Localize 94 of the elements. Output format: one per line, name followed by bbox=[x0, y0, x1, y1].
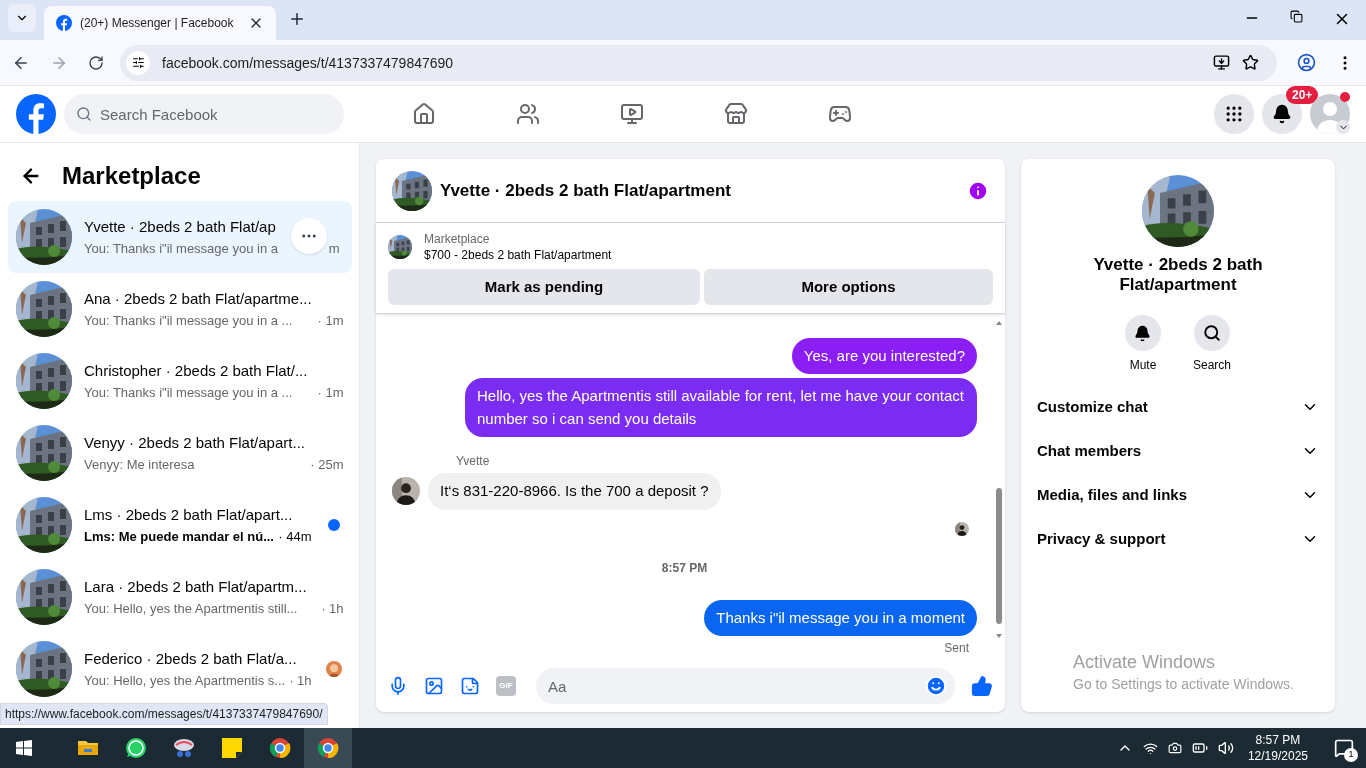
facebook-logo-icon bbox=[56, 15, 72, 31]
friends-icon[interactable] bbox=[516, 102, 540, 126]
listing-action-button[interactable]: More options bbox=[704, 269, 993, 305]
windows-start-icon[interactable] bbox=[16, 740, 32, 756]
action-label: Mute bbox=[1129, 357, 1157, 373]
message-preview: You: Thanks i"il message you in a bbox=[84, 239, 278, 258]
section-header[interactable]: Customize chat bbox=[1029, 385, 1327, 429]
section-header[interactable]: Media, files and links bbox=[1029, 473, 1327, 517]
message-preview: You: Hello, yes the Apartmentis still... bbox=[84, 599, 298, 618]
message-preview: Venyy: Me interesa bbox=[84, 455, 195, 474]
facebook-logo-icon[interactable] bbox=[16, 94, 56, 134]
new-tab-icon[interactable] bbox=[288, 10, 306, 28]
search-field[interactable]: Search Facebook bbox=[64, 94, 344, 134]
profile-icon[interactable] bbox=[1297, 53, 1316, 72]
info-icon[interactable] bbox=[967, 179, 989, 202]
site-settings-icon[interactable] bbox=[131, 56, 145, 69]
sender-name: Yvette bbox=[456, 453, 491, 469]
conversation-item[interactable]: Federico · 2beds 2 bath Flat/a... You: Hello, yes the Apartmentis s... · 1h bbox=[8, 633, 352, 705]
search-icon bbox=[76, 106, 92, 122]
search-icon[interactable] bbox=[1203, 324, 1221, 342]
browser-icon[interactable] bbox=[304, 728, 352, 768]
photo-icon[interactable] bbox=[424, 676, 444, 696]
message-time: · 44m bbox=[278, 527, 312, 546]
conversation-title: Lara · 2beds 2 bath Flat/apartm... bbox=[84, 577, 307, 597]
sidebar-title: Marketplace bbox=[62, 161, 201, 191]
sticker-icon[interactable] bbox=[460, 676, 480, 696]
sent-status: Sent bbox=[944, 640, 969, 656]
received-message: It‘s 831-220-8966. Is the 700 a deposit ? bbox=[428, 473, 721, 510]
activation-title: Activate Windows bbox=[1073, 651, 1217, 674]
video-icon[interactable] bbox=[620, 102, 644, 126]
notification-count: 1 bbox=[1344, 748, 1358, 762]
browser-tab[interactable]: (20+) Messenger | Facebook bbox=[44, 6, 276, 40]
bell-icon[interactable] bbox=[1272, 104, 1292, 124]
conversation-item[interactable]: Christopher · 2beds 2 bath Flat/... You: Thanks i"il message you in a ... · 1m bbox=[8, 345, 352, 417]
conversation-title: Christopher · 2beds 2 bath Flat/... bbox=[84, 361, 308, 381]
message-time: · 1m bbox=[317, 383, 344, 402]
message-time: · 25m bbox=[310, 455, 344, 474]
message-input[interactable]: Aa bbox=[536, 668, 955, 704]
listing-label: Marketplace bbox=[424, 231, 491, 247]
message-time: · 1h bbox=[321, 599, 344, 618]
conversation-item[interactable]: Lms · 2beds 2 bath Flat/apart... Lms: Me puede mandar el nú... · 44m bbox=[8, 489, 352, 561]
section-header[interactable]: Chat members bbox=[1029, 429, 1327, 473]
message-time: · 1m bbox=[317, 311, 344, 330]
address-bar[interactable]: facebook.com/messages/t/4137337479847690 bbox=[120, 44, 1277, 81]
notification-badge: 20+ bbox=[1286, 86, 1319, 104]
battery-icon[interactable] bbox=[1191, 740, 1208, 756]
chat-title[interactable]: Yvette · 2beds 2 bath Flat/apartment bbox=[440, 177, 731, 204]
conversation-title: Yvette · 2beds 2 bath Flat/ap bbox=[84, 217, 276, 237]
conversation-title: Ana · 2beds 2 bath Flat/apartme... bbox=[84, 289, 312, 309]
menu-grid-icon[interactable] bbox=[1224, 104, 1244, 124]
status-url: https://www.facebook.com/messages/t/4137337479847690/ bbox=[0, 703, 328, 725]
listing-action-button[interactable]: Mark as pending bbox=[388, 269, 700, 305]
conversation-item[interactable]: Ana · 2beds 2 bath Flat/apartme... You: Thanks i"il message you in a ... · 1m bbox=[8, 273, 352, 345]
message-preview: You: Thanks i"il message you in a ... bbox=[84, 311, 293, 330]
profile-title: Yvette · 2beds 2 bath Flat/apartment bbox=[1092, 255, 1264, 295]
action-label: Search bbox=[1193, 357, 1231, 373]
timestamp: 8:57 PM bbox=[661, 559, 708, 576]
tab-title: (20+) Messenger | Facebook bbox=[80, 15, 235, 31]
conversation-item[interactable]: Venyy · 2beds 2 bath Flat/apart... Venyy: Me interesa · 25m bbox=[8, 417, 352, 489]
sent-message: Yes, are you interested? bbox=[791, 337, 977, 374]
message-time: · 1h bbox=[289, 671, 312, 690]
install-icon[interactable] bbox=[1213, 54, 1230, 71]
message-time: m bbox=[328, 239, 341, 258]
message-preview: You: Hello, yes the Apartmentis s... bbox=[84, 671, 286, 690]
emoji-icon[interactable] bbox=[925, 675, 947, 697]
wifi-icon[interactable] bbox=[1142, 740, 1158, 756]
mute-button[interactable] bbox=[1125, 315, 1161, 351]
clock[interactable]: 8:57 PM 12/19/2025 bbox=[1243, 732, 1312, 764]
sent-message: Hello, yes the Apartmentis still available for rent, let me have your contact number so i can send you details bbox=[465, 378, 977, 437]
menu-button[interactable] bbox=[1214, 94, 1254, 134]
bookmark-icon[interactable] bbox=[1242, 54, 1259, 71]
notifications-icon[interactable] bbox=[1334, 738, 1354, 758]
reload-icon[interactable] bbox=[88, 54, 104, 71]
message-preview: You: Thanks i"il message you in a ... bbox=[84, 383, 293, 402]
home-icon[interactable] bbox=[412, 102, 436, 126]
url-text: facebook.com/messages/t/4137337479847690 bbox=[162, 53, 454, 73]
conversation-item[interactable]: Lara · 2beds 2 bath Flat/apartm... You: Hello, yes the Apartmentis still... · 1h bbox=[8, 561, 352, 633]
search-button[interactable] bbox=[1194, 315, 1230, 351]
microphone-icon[interactable] bbox=[388, 676, 408, 696]
conversation-title: Lms · 2beds 2 bath Flat/apart... bbox=[84, 505, 293, 525]
camera-icon[interactable] bbox=[1167, 741, 1182, 755]
conversation-item[interactable]: Yvette · 2beds 2 bath Flat/ap You: Thanks i"il message you in a m bbox=[8, 201, 352, 273]
message-preview: Lms: Me puede mandar el nú... bbox=[84, 527, 274, 546]
volume-icon[interactable] bbox=[1217, 740, 1234, 756]
activation-text: Go to Settings to activate Windows. bbox=[1073, 675, 1294, 694]
listing-title: $700 - 2beds 2 bath Flat/apartment bbox=[424, 247, 612, 263]
sent-message: Thanks i"il message you in a moment bbox=[704, 599, 977, 636]
section-header[interactable]: Privacy & support bbox=[1029, 517, 1327, 561]
like-icon[interactable] bbox=[971, 675, 993, 697]
marketplace-icon[interactable] bbox=[724, 102, 748, 126]
restore-icon[interactable] bbox=[1290, 10, 1303, 23]
conversation-title: Federico · 2beds 2 bath Flat/a... bbox=[84, 649, 297, 669]
conversation-title: Venyy · 2beds 2 bath Flat/apart... bbox=[84, 433, 305, 453]
bell-icon[interactable] bbox=[1134, 324, 1152, 342]
